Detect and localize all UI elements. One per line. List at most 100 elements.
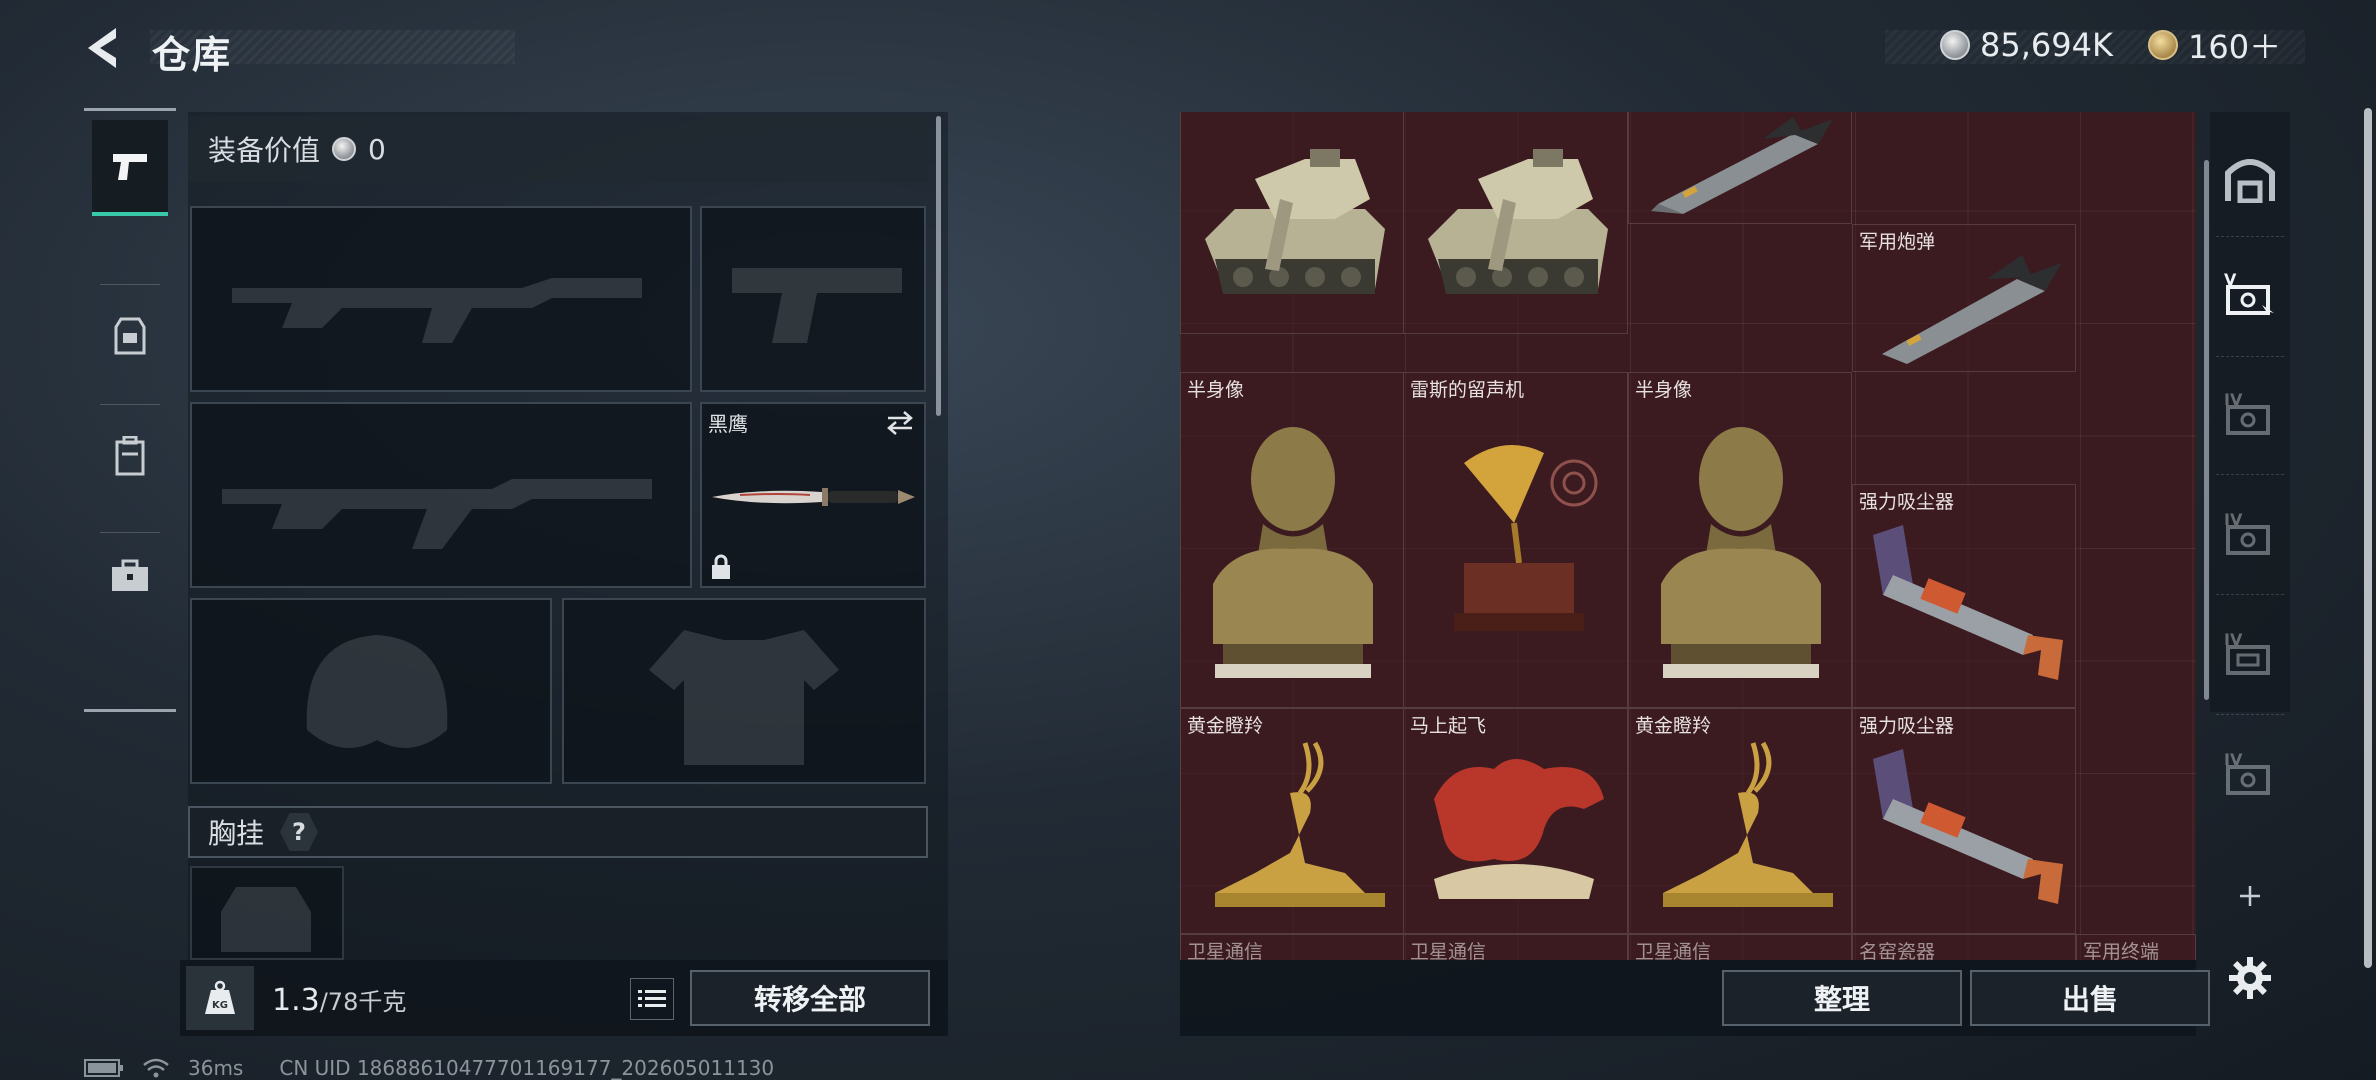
inventory-item-missile[interactable]	[1628, 112, 1852, 224]
inventory-item-vacuum[interactable]: 强力吸尘器	[1852, 708, 2076, 934]
helmet-slot[interactable]	[190, 598, 552, 784]
gold-coin-icon	[2148, 30, 2178, 60]
rail-top-line	[84, 108, 176, 111]
rail-separator	[2216, 356, 2284, 357]
storage-iv-tab[interactable]: IV	[2218, 384, 2282, 444]
wifi-icon	[143, 1058, 169, 1078]
silver-coin-icon	[332, 137, 357, 161]
armor-silhouette-icon	[649, 630, 839, 765]
inventory-item-bust[interactable]: 半身像	[1180, 372, 1404, 708]
inventory-item-porcelain[interactable]: 名窑瓷器	[1852, 934, 2076, 960]
back-button[interactable]	[80, 22, 132, 74]
inventory-item-military-terminal[interactable]: 军用终端	[2076, 934, 2196, 960]
plus-icon	[2240, 886, 2260, 906]
vacuum-cleaner-icon	[1873, 749, 2063, 904]
item-name: 卫星通信	[1187, 941, 1264, 960]
item-name: 雷斯的留声机	[1410, 379, 1525, 401]
inventory-item-golden-gazelle[interactable]: 黄金瞪羚	[1628, 708, 1852, 934]
ping-value: 36ms	[188, 1056, 244, 1080]
military-shell-icon	[1882, 255, 2062, 364]
item-name: 军用终端	[2083, 941, 2160, 960]
missile-icon	[1651, 117, 1833, 214]
rail-item-weapon[interactable]	[92, 120, 168, 216]
equipment-scrollbar[interactable]	[936, 116, 941, 416]
list-view-button[interactable]	[630, 978, 674, 1020]
rifle-silhouette-icon	[222, 479, 652, 549]
storage-iv-tab[interactable]: IV	[2218, 624, 2282, 684]
rail-item-armor[interactable]	[92, 288, 168, 384]
currency-gold[interactable]: 160＋	[2148, 24, 2281, 66]
weight-max: /78千克	[319, 988, 407, 1016]
gramophone-icon	[1454, 445, 1598, 631]
golden-gazelle-icon	[1215, 741, 1385, 907]
swap-icon[interactable]	[884, 410, 916, 436]
tank-icon	[1428, 149, 1608, 294]
lock-icon	[712, 554, 730, 579]
knife-icon	[712, 488, 915, 506]
storage-v-tab[interactable]: V	[2218, 264, 2282, 324]
chest-rig-header: 胸挂 ?	[188, 806, 928, 858]
item-name: 强力吸尘器	[1859, 715, 1955, 737]
rail-item-backpack[interactable]	[92, 408, 168, 504]
item-name: 半身像	[1187, 379, 1245, 401]
bust-statue-icon	[1661, 427, 1821, 678]
help-badge-text: ?	[292, 818, 306, 846]
storage-iv-tab[interactable]: IV	[2218, 744, 2282, 804]
inventory-item-horse[interactable]: 马上起飞	[1404, 708, 1628, 934]
transfer-all-button[interactable]: 转移全部	[690, 970, 930, 1026]
item-name: 卫星通信	[1410, 941, 1487, 960]
storage-iv-tab[interactable]: IV	[2218, 504, 2282, 564]
helmet-silhouette-icon	[306, 635, 448, 748]
primary-weapon-slot-2[interactable]	[190, 402, 692, 588]
vacuum-cleaner-icon	[1873, 525, 2063, 680]
rail-item-case[interactable]	[92, 528, 168, 624]
backpack-icon	[115, 436, 145, 476]
currency-gold-value: 160＋	[2188, 28, 2282, 66]
storage-v-icon: V	[2224, 270, 2274, 317]
inventory-item-tank[interactable]	[1404, 112, 1628, 334]
storage-rail-scrollbar[interactable]	[2204, 160, 2209, 700]
pistol-slot[interactable]	[700, 206, 926, 392]
rail-separator	[2216, 236, 2284, 237]
settings-button[interactable]	[2218, 948, 2282, 1008]
chest-rig-slot[interactable]	[190, 866, 344, 960]
toolbox-icon	[112, 559, 148, 591]
page-title: 仓库	[152, 33, 233, 77]
pistol-icon	[113, 154, 147, 180]
primary-weapon-slot-1[interactable]	[190, 206, 692, 392]
inventory-item-tank[interactable]	[1180, 112, 1404, 334]
storage-iv-icon: IV	[2224, 510, 2270, 555]
inventory-item-satellite[interactable]: 卫星通信	[1404, 934, 1628, 960]
weight-readout: 1.3/78千克	[272, 982, 406, 1018]
inventory-item-bust[interactable]: 半身像	[1628, 372, 1852, 708]
inventory-item-satellite[interactable]: 卫星通信	[1628, 934, 1852, 960]
equipment-value-label: 装备价值	[208, 134, 321, 167]
melee-slot[interactable]: 黑鹰	[700, 402, 926, 588]
item-name: 名窑瓷器	[1859, 941, 1936, 960]
sell-button[interactable]: 出售	[1970, 970, 2210, 1026]
storage-iv-icon: IV	[2224, 750, 2270, 795]
inventory-item-shell[interactable]: 军用炮弹	[1852, 224, 2076, 372]
svg-text:KG: KG	[212, 1000, 228, 1011]
gear-icon	[2229, 957, 2271, 999]
pistol-silhouette-icon	[732, 268, 902, 343]
storage-home-tab[interactable]	[2218, 148, 2282, 208]
category-rail	[84, 108, 176, 712]
storage-home-icon	[2225, 159, 2275, 203]
back-arrow-icon	[88, 28, 116, 68]
rail-separator	[2216, 474, 2284, 475]
page-edge-scrollbar[interactable]	[2364, 108, 2372, 968]
inventory-item-vacuum[interactable]: 强力吸尘器	[1852, 484, 2076, 708]
currency-silver-value: 85,694K	[1980, 26, 2113, 64]
golden-gazelle-icon	[1663, 741, 1833, 907]
inventory-item-gramophone[interactable]: 雷斯的留声机	[1404, 372, 1628, 708]
vest-icon	[114, 317, 146, 355]
rail-separator	[2216, 714, 2284, 715]
inventory-item-golden-gazelle[interactable]: 黄金瞪羚	[1180, 708, 1404, 934]
sort-button[interactable]: 整理	[1722, 970, 1962, 1026]
tank-icon	[1205, 149, 1385, 294]
help-icon[interactable]: ?	[280, 813, 319, 851]
inventory-item-satellite[interactable]: 卫星通信	[1180, 934, 1404, 960]
add-storage-button[interactable]	[2218, 866, 2282, 926]
body-armor-slot[interactable]	[562, 598, 926, 784]
